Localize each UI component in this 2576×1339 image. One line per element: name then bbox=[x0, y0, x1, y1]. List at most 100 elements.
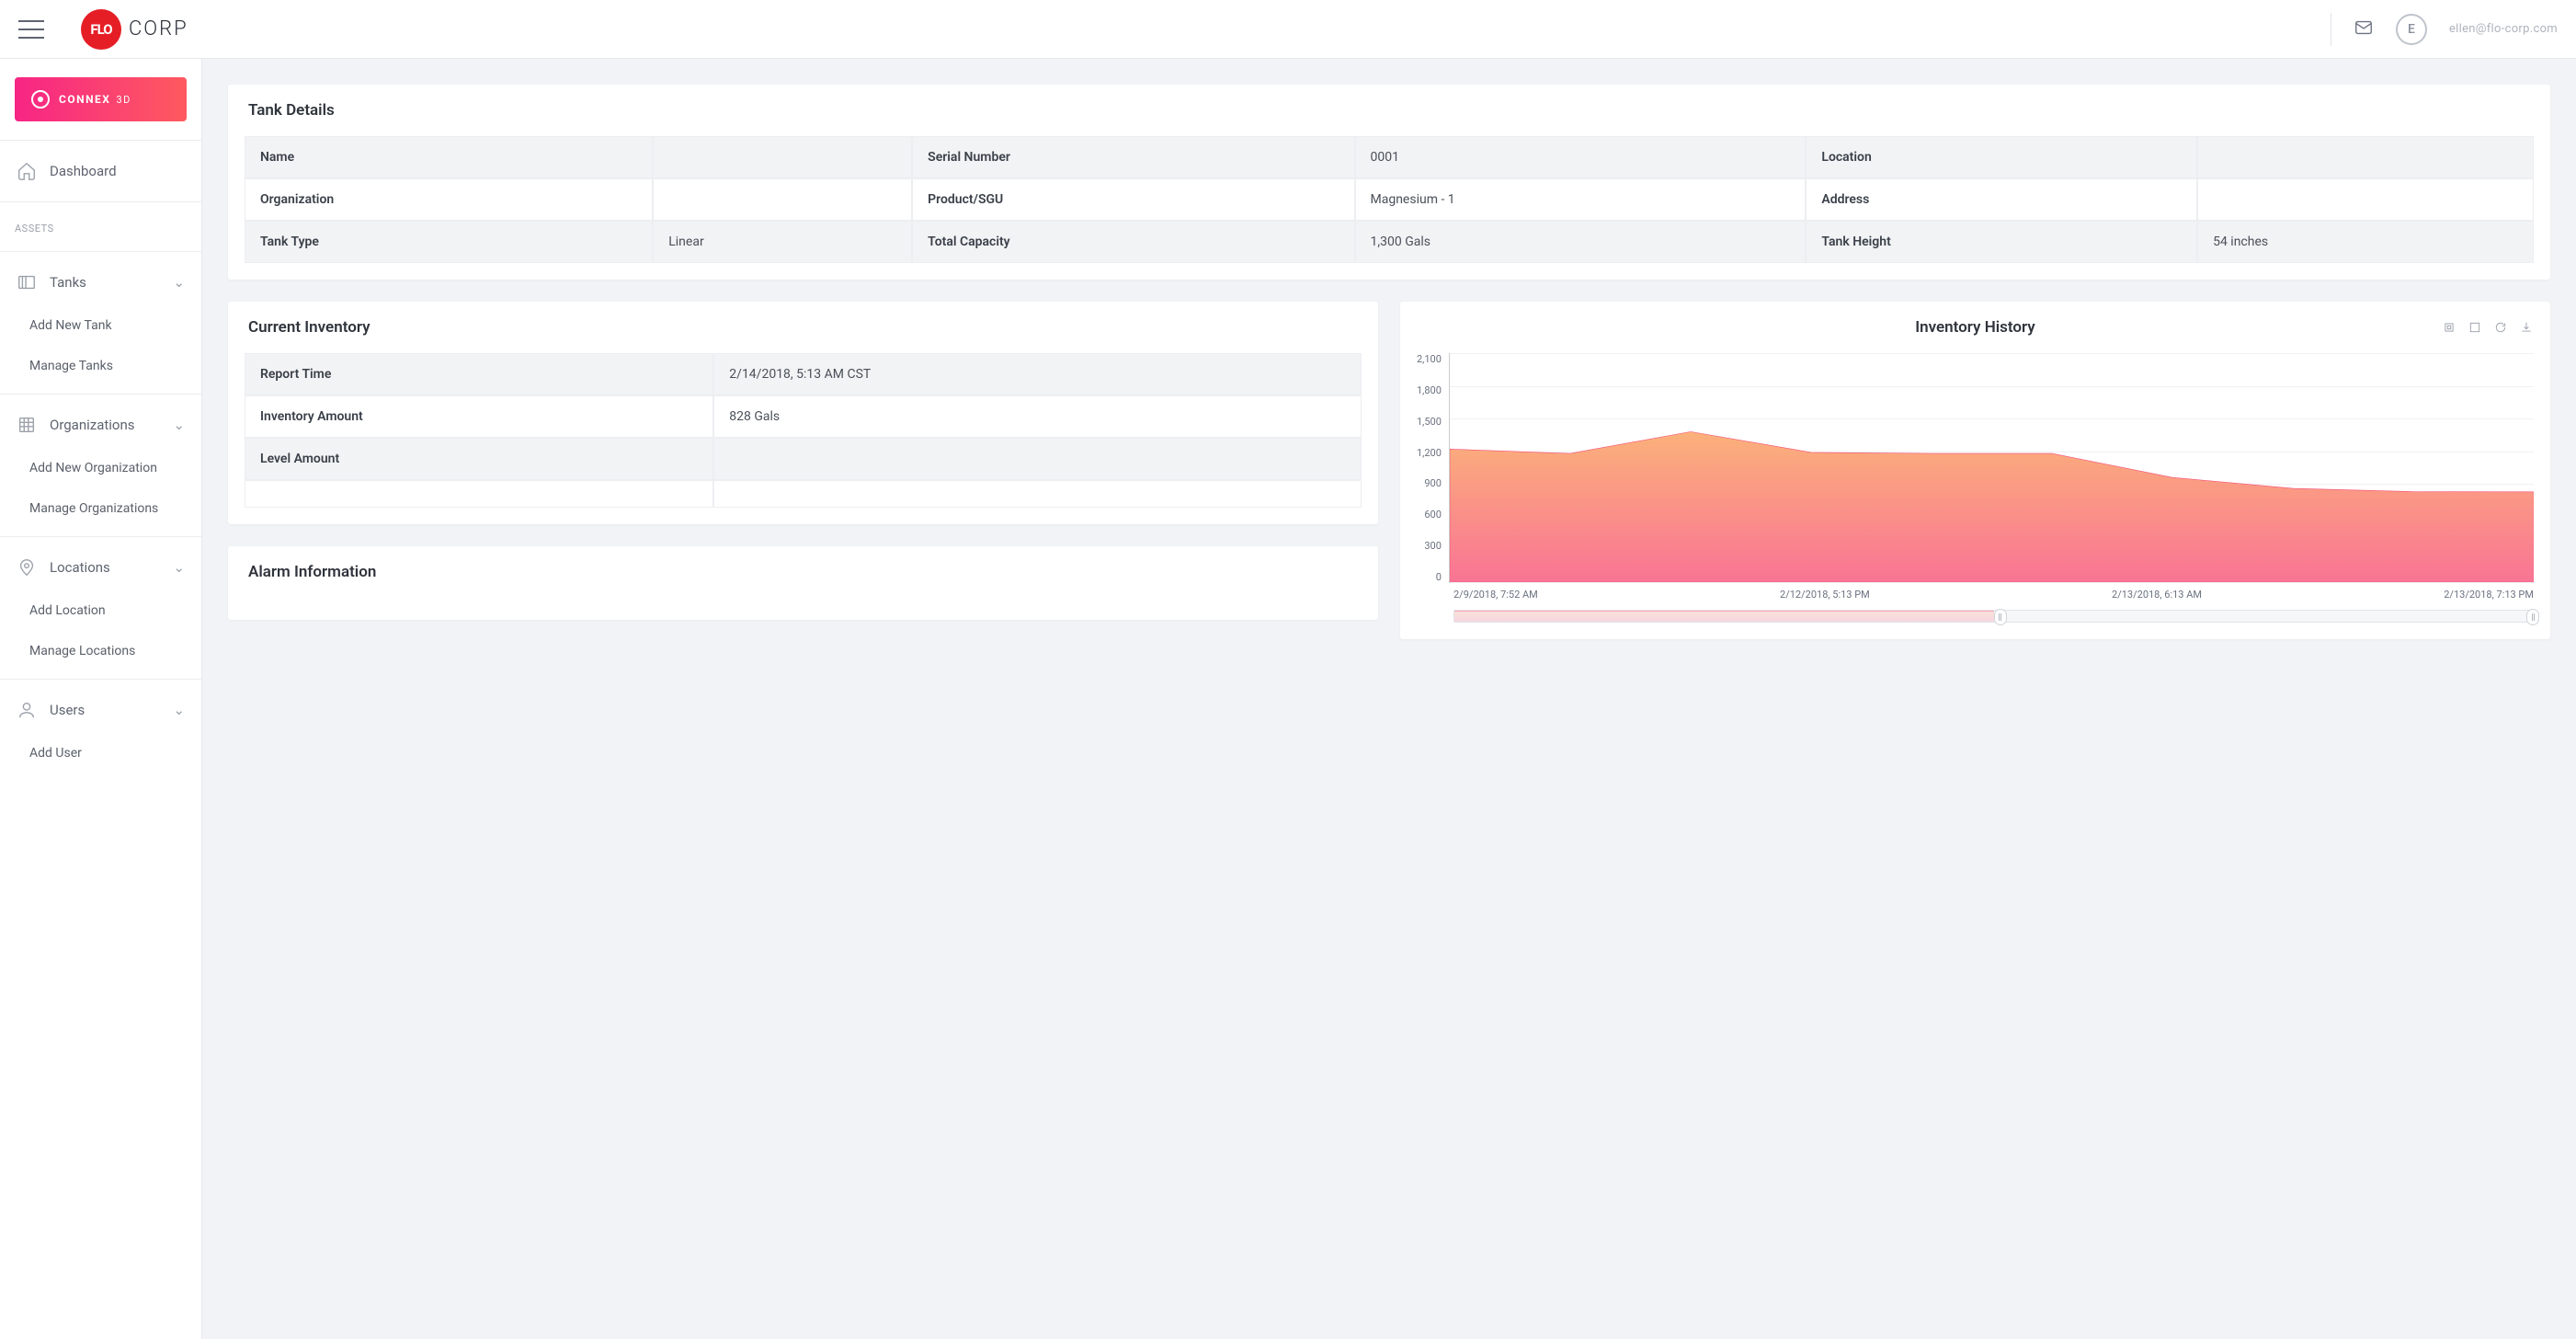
organizations-icon bbox=[17, 415, 37, 435]
cell-value: 1,300 Gals bbox=[1355, 221, 1807, 263]
main-content: Tank Details Name Serial Number 0001 Loc… bbox=[202, 59, 2576, 1339]
home-icon bbox=[17, 161, 37, 181]
cell-value: 828 Gals bbox=[713, 395, 1362, 438]
table-row: Level Amount bbox=[245, 438, 1362, 480]
divider bbox=[0, 251, 201, 252]
x-tick: 2/12/2018, 5:13 PM bbox=[1780, 589, 1870, 601]
topbar: FLO CORP E ellen@flo-corp.com bbox=[0, 0, 2576, 59]
sidebar-sub-add-location[interactable]: Add Location bbox=[0, 590, 201, 631]
sidebar-item-locations[interactable]: Locations ⌄ bbox=[0, 544, 201, 590]
y-tick: 1,200 bbox=[1417, 447, 1442, 459]
table-row: Name Serial Number 0001 Location bbox=[245, 136, 2534, 178]
table-row: Organization Product/SGU Magnesium - 1 A… bbox=[245, 178, 2534, 221]
cell-label: Tank Type bbox=[245, 221, 653, 263]
cell-label: Name bbox=[245, 136, 653, 178]
table-row: Report Time 2/14/2018, 5:13 AM CST bbox=[245, 353, 1362, 395]
chart-brush[interactable] bbox=[1453, 610, 2534, 623]
card-title: Tank Details bbox=[228, 85, 2550, 136]
cell-value: 54 inches bbox=[2197, 221, 2534, 263]
cell-label: Serial Number bbox=[912, 136, 1354, 178]
topbar-right: E ellen@flo-corp.com bbox=[2331, 13, 2558, 46]
plot-area[interactable] bbox=[1449, 353, 2534, 583]
user-icon bbox=[17, 700, 37, 720]
cell-value bbox=[2197, 136, 2534, 178]
chevron-down-icon: ⌄ bbox=[173, 417, 185, 433]
divider bbox=[0, 536, 201, 537]
sidebar-item-dashboard[interactable]: Dashboard bbox=[0, 148, 201, 194]
cell-value: Linear bbox=[653, 221, 912, 263]
sidebar: CONNEX 3D Dashboard ASSETS Tanks ⌄ Add N… bbox=[0, 59, 202, 1339]
sidebar-sub-manage-organizations[interactable]: Manage Organizations bbox=[0, 488, 201, 529]
card-title: Inventory History bbox=[1915, 318, 2035, 337]
cell-label: Address bbox=[1806, 178, 2197, 221]
cell-value: 2/14/2018, 5:13 AM CST bbox=[713, 353, 1362, 395]
y-tick: 2,100 bbox=[1417, 353, 1442, 365]
cell-value bbox=[713, 480, 1362, 508]
chart-toolbar bbox=[2442, 320, 2534, 335]
target-icon bbox=[31, 90, 50, 109]
pan-icon[interactable] bbox=[2442, 320, 2456, 335]
card-title: Current Inventory bbox=[228, 302, 1378, 353]
sidebar-sub-manage-locations[interactable]: Manage Locations bbox=[0, 631, 201, 671]
zoom-icon[interactable] bbox=[2468, 320, 2482, 335]
sidebar-item-users[interactable]: Users ⌄ bbox=[0, 687, 201, 733]
sidebar-item-label: Users bbox=[50, 702, 85, 718]
refresh-icon[interactable] bbox=[2493, 320, 2508, 335]
card-title-wrap: Inventory History bbox=[1400, 302, 2550, 353]
x-tick: 2/13/2018, 7:13 PM bbox=[2444, 589, 2534, 601]
sidebar-sub-add-user[interactable]: Add User bbox=[0, 733, 201, 773]
sidebar-item-organizations[interactable]: Organizations ⌄ bbox=[0, 402, 201, 448]
cell-label: Location bbox=[1806, 136, 2197, 178]
cell-label: Product/SGU bbox=[912, 178, 1354, 221]
table-row: Tank Type Linear Total Capacity 1,300 Ga… bbox=[245, 221, 2534, 263]
logo-mark: FLO bbox=[81, 9, 121, 50]
cell-value bbox=[653, 178, 912, 221]
y-tick: 1,500 bbox=[1417, 416, 1442, 428]
location-icon bbox=[17, 557, 37, 578]
connex-button[interactable]: CONNEX 3D bbox=[15, 77, 187, 121]
cell-label: Tank Height bbox=[1806, 221, 2197, 263]
table-row: Inventory Amount 828 Gals bbox=[245, 395, 1362, 438]
current-inventory-table: Report Time 2/14/2018, 5:13 AM CST Inven… bbox=[245, 353, 1362, 508]
brush-area bbox=[1454, 611, 1994, 622]
brush-handle-left[interactable] bbox=[1994, 609, 2007, 625]
x-tick: 2/9/2018, 7:52 AM bbox=[1453, 589, 1538, 601]
tank-details-table: Name Serial Number 0001 Location Organiz… bbox=[245, 136, 2534, 263]
divider bbox=[0, 201, 201, 202]
card-title: Alarm Information bbox=[228, 546, 1378, 598]
cell-value bbox=[713, 438, 1362, 480]
cell-label: Organization bbox=[245, 178, 653, 221]
connex-label: CONNEX bbox=[59, 93, 110, 106]
sidebar-sub-add-tank[interactable]: Add New Tank bbox=[0, 305, 201, 346]
chevron-down-icon: ⌄ bbox=[173, 702, 185, 718]
y-axis: 2,100 1,800 1,500 1,200 900 600 300 0 bbox=[1417, 353, 1449, 583]
connex-suffix: 3D bbox=[116, 94, 131, 106]
sidebar-section-assets: ASSETS bbox=[0, 210, 201, 244]
divider bbox=[0, 679, 201, 680]
download-icon[interactable] bbox=[2519, 320, 2534, 335]
y-tick: 600 bbox=[1417, 509, 1442, 521]
y-tick: 0 bbox=[1417, 571, 1442, 583]
y-tick: 900 bbox=[1417, 477, 1442, 489]
sidebar-sub-add-organization[interactable]: Add New Organization bbox=[0, 448, 201, 488]
sidebar-item-label: Tanks bbox=[50, 274, 86, 291]
sidebar-item-label: Locations bbox=[50, 559, 110, 576]
sidebar-item-tanks[interactable]: Tanks ⌄ bbox=[0, 259, 201, 305]
mail-icon[interactable] bbox=[2354, 17, 2374, 41]
inventory-history-card: Inventory History 2,100 1,800 bbox=[1400, 302, 2550, 639]
cell-label bbox=[245, 480, 713, 508]
x-axis: 2/9/2018, 7:52 AM 2/12/2018, 5:13 PM 2/1… bbox=[1417, 589, 2534, 601]
y-tick: 1,800 bbox=[1417, 384, 1442, 396]
cell-value bbox=[2197, 178, 2534, 221]
brush-handle-right[interactable] bbox=[2526, 609, 2539, 625]
hamburger-menu-button[interactable] bbox=[18, 20, 44, 39]
x-tick: 2/13/2018, 6:13 AM bbox=[2112, 589, 2202, 601]
divider bbox=[0, 394, 201, 395]
y-tick: 300 bbox=[1417, 540, 1442, 552]
sidebar-item-label: Dashboard bbox=[50, 163, 117, 179]
sidebar-sub-manage-tanks[interactable]: Manage Tanks bbox=[0, 346, 201, 386]
current-inventory-card: Current Inventory Report Time 2/14/2018,… bbox=[228, 302, 1378, 524]
logo[interactable]: FLO CORP bbox=[81, 9, 188, 50]
user-email: ellen@flo-corp.com bbox=[2449, 22, 2558, 36]
avatar[interactable]: E bbox=[2396, 14, 2427, 45]
